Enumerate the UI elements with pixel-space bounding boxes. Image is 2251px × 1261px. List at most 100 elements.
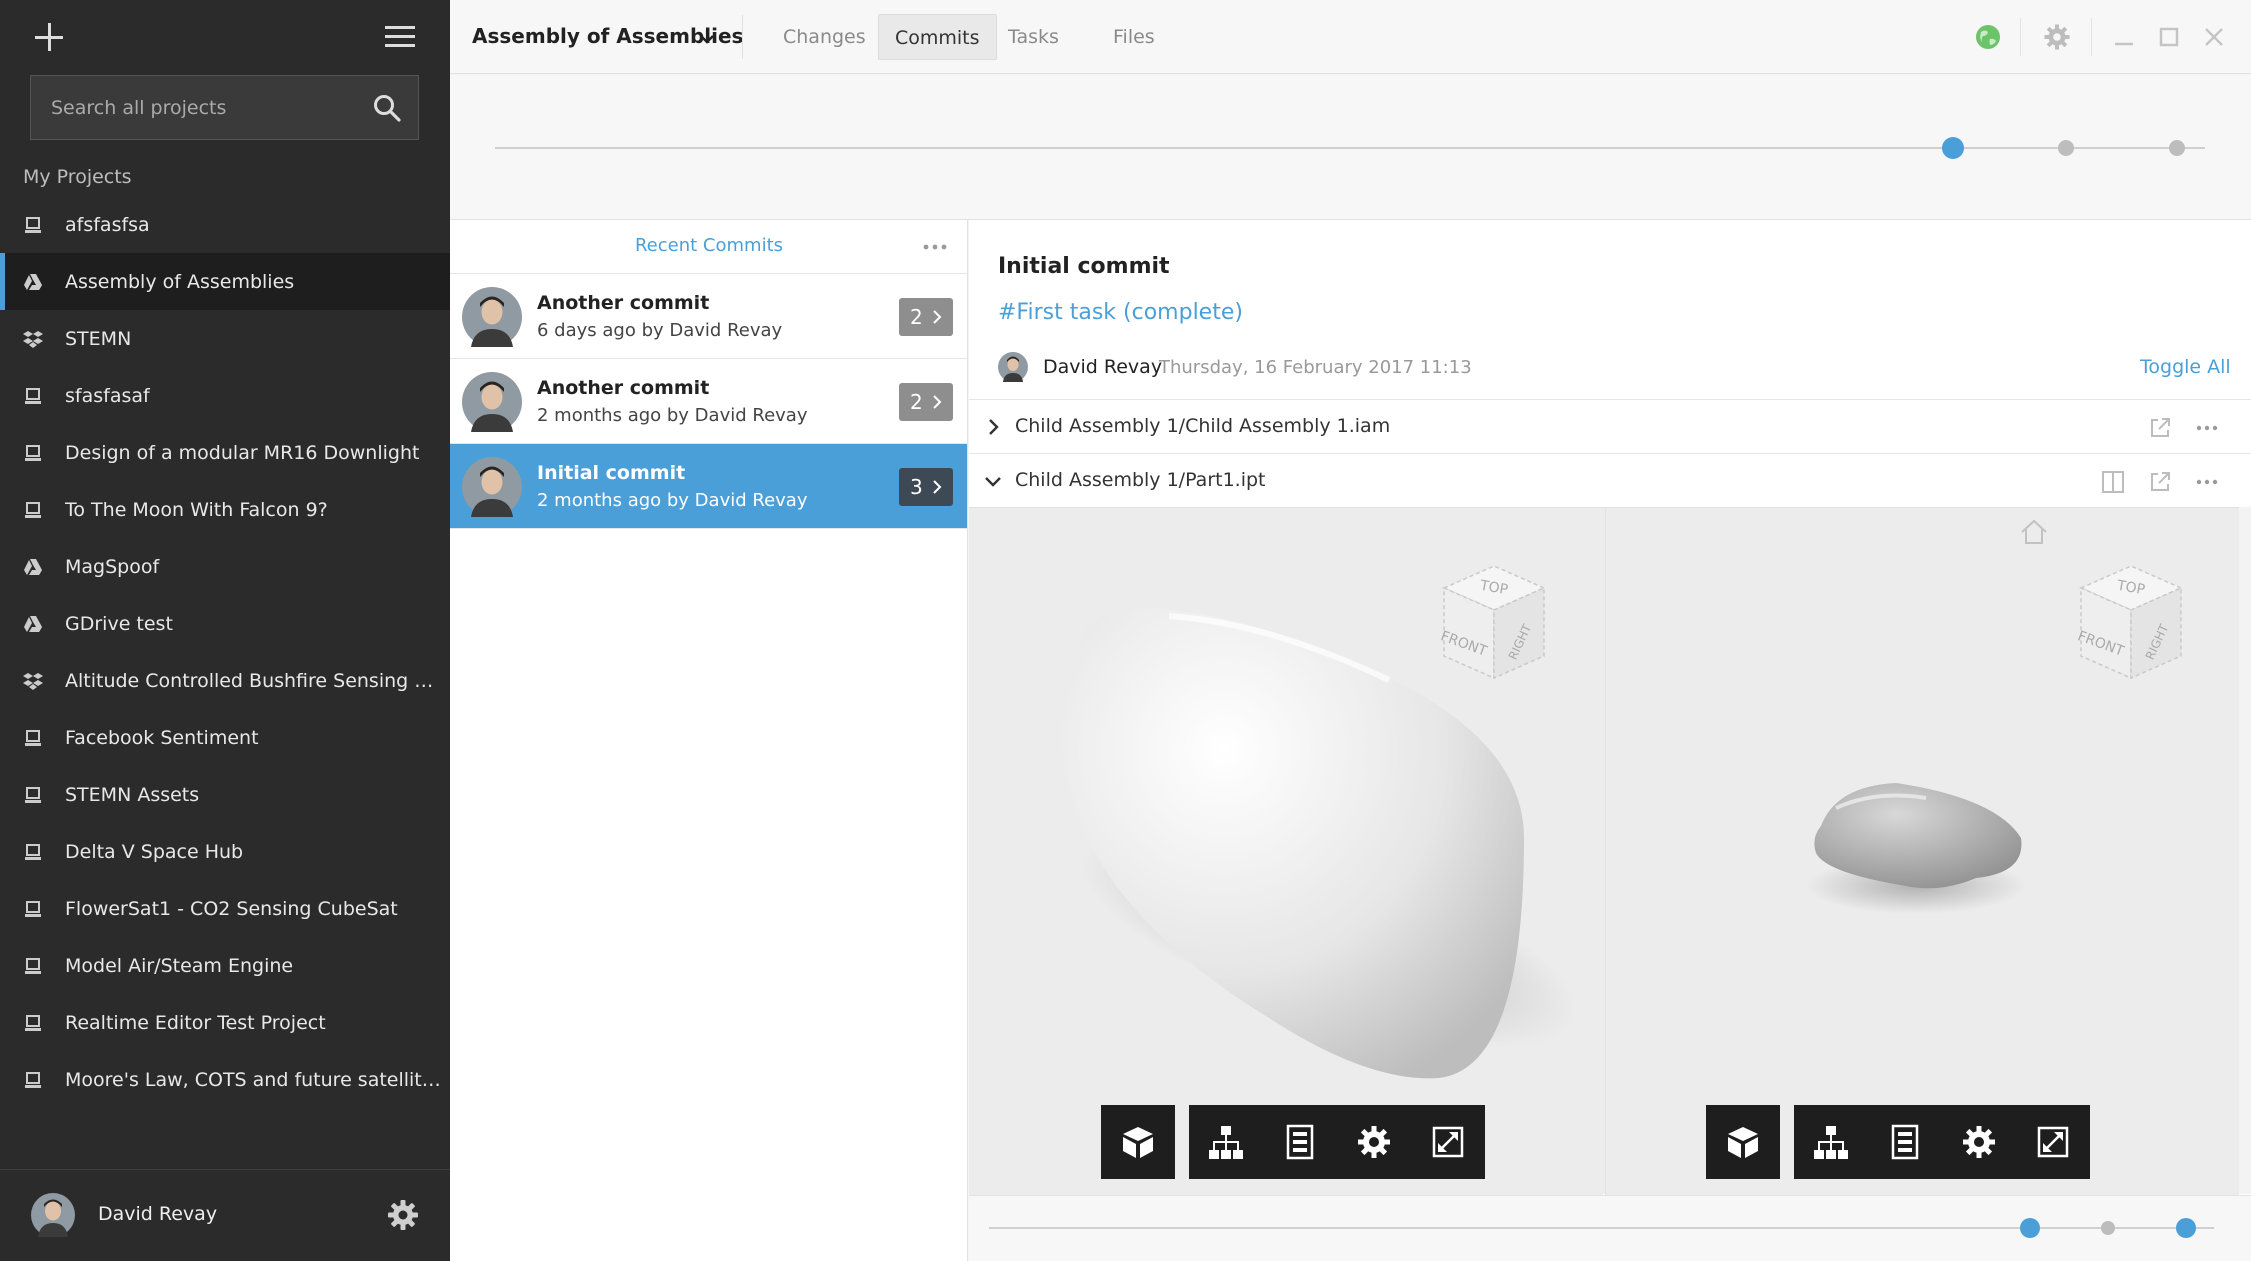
settings-gear-icon[interactable] — [2043, 23, 2071, 51]
project-name: Facebook Sentiment — [65, 726, 259, 749]
compare-slider-track[interactable] — [969, 1196, 2251, 1261]
sidebar-project-item[interactable]: Delta V Space Hub — [0, 823, 450, 880]
sidebar-project-item[interactable]: FlowerSat1 - CO2 Sensing CubeSat — [0, 880, 450, 937]
commit-timeline — [450, 75, 2251, 220]
project-name: MagSpoof — [65, 555, 160, 578]
close-icon[interactable] — [2203, 26, 2225, 48]
model-tree-button[interactable] — [1794, 1105, 1868, 1179]
chevron-down-icon[interactable] — [698, 30, 716, 48]
model-tree-button[interactable] — [1189, 1105, 1263, 1179]
sidebar-project-item[interactable]: MagSpoof — [0, 538, 450, 595]
commit-item-title: Another commit — [537, 292, 710, 314]
search-icon[interactable] — [373, 94, 401, 122]
minimize-icon[interactable] — [2113, 26, 2135, 48]
open-external-icon[interactable] — [2148, 416, 2172, 440]
avatar[interactable] — [462, 457, 522, 517]
settings-gear-icon[interactable] — [386, 1198, 420, 1232]
viewcube-icon[interactable]: TOP FRONT RIGHT — [2061, 558, 2191, 688]
laptop-icon — [23, 386, 43, 406]
project-name: Delta V Space Hub — [65, 840, 244, 863]
slider-point — [2101, 1221, 2115, 1235]
model-viewer-previous[interactable]: TOP FRONT RIGHT — [969, 508, 1603, 1195]
avatar[interactable] — [462, 372, 522, 432]
file-row[interactable]: Child Assembly 1/Part1.ipt — [969, 453, 2251, 507]
change-count: 2 — [910, 305, 923, 329]
model-viewer-current[interactable]: TOP FRONT RIGHT — [1605, 508, 2239, 1195]
commit-item[interactable]: Another commit 6 days ago by David Revay 2 — [450, 274, 967, 359]
orbit-cube-button[interactable] — [1706, 1105, 1780, 1179]
sidebar-project-item[interactable]: To The Moon With Falcon 9? — [0, 481, 450, 538]
chevron-right-icon[interactable] — [983, 417, 1003, 437]
change-count-badge[interactable]: 2 — [899, 298, 953, 336]
sidebar-project-item[interactable]: Assembly of Assemblies — [0, 253, 450, 310]
slider-handle — [2020, 1218, 2040, 1238]
fullscreen-button[interactable] — [2016, 1105, 2090, 1179]
viewer-settings-button[interactable] — [1337, 1105, 1411, 1179]
compare-slider[interactable] — [969, 1195, 2251, 1261]
sidebar-project-item[interactable]: Model Air/Steam Engine — [0, 937, 450, 994]
project-name: Design of a modular MR16 Downlight — [65, 441, 420, 464]
viewer-toolbar-primary — [1101, 1105, 1175, 1179]
sidebar-project-item[interactable]: Altitude Controlled Bushfire Sensing Bal… — [0, 652, 450, 709]
my-projects-label: My Projects — [23, 166, 132, 188]
sidebar-project-item[interactable]: STEMN Assets — [0, 766, 450, 823]
change-count-badge[interactable]: 2 — [899, 383, 953, 421]
hierarchy-icon — [1814, 1126, 1848, 1159]
avatar[interactable] — [462, 287, 522, 347]
project-name: Altitude Controlled Bushfire Sensing Bal… — [65, 669, 445, 692]
sidebar-project-item[interactable]: STEMN — [0, 310, 450, 367]
avatar[interactable] — [31, 1193, 75, 1237]
tab-changes[interactable]: Changes — [767, 14, 882, 60]
chevron-down-icon[interactable] — [983, 471, 1003, 491]
sidebar-project-item[interactable]: sfasfasaf — [0, 367, 450, 424]
viewer-settings-button[interactable] — [1942, 1105, 2016, 1179]
divider — [742, 15, 743, 59]
laptop-icon — [23, 956, 43, 976]
project-name: GDrive test — [65, 612, 173, 635]
toggle-all-link[interactable]: Toggle All — [2140, 356, 2231, 378]
commit-item[interactable]: Another commit 2 months ago by David Reva… — [450, 359, 967, 444]
sidebar-project-item[interactable]: Facebook Sentiment — [0, 709, 450, 766]
properties-button[interactable] — [1263, 1105, 1337, 1179]
project-name: To The Moon With Falcon 9? — [65, 498, 328, 521]
commit-items: Another commit 6 days ago by David Revay 2… — [450, 274, 967, 529]
sidebar-project-item[interactable]: GDrive test — [0, 595, 450, 652]
tab-tasks[interactable]: Tasks — [992, 14, 1075, 60]
split-view-icon[interactable] — [2101, 470, 2125, 494]
fullscreen-icon — [1432, 1126, 1464, 1158]
home-icon[interactable] — [2017, 515, 2051, 549]
commit-item[interactable]: Initial commit 2 months ago by David Reva… — [450, 444, 967, 529]
commit-list-panel: Recent Commits Another commit 6 days ago … — [450, 220, 968, 1261]
file-row[interactable]: Child Assembly 1/Child Assembly 1.iam — [969, 399, 2251, 453]
orbit-cube-button[interactable] — [1101, 1105, 1175, 1179]
avatar[interactable] — [998, 352, 1028, 382]
fullscreen-button[interactable] — [1411, 1105, 1485, 1179]
project-name: STEMN — [65, 327, 132, 350]
more-options-icon[interactable] — [2195, 416, 2219, 440]
tab-commits[interactable]: Commits — [878, 14, 997, 60]
file-name[interactable]: Child Assembly 1/Part1.ipt — [1015, 469, 1266, 491]
search-input[interactable] — [51, 76, 371, 139]
viewcube-icon[interactable]: TOP FRONT RIGHT — [1424, 558, 1554, 688]
sidebar-project-item[interactable]: Moore's Law, COTS and future satellite i… — [0, 1051, 450, 1108]
change-count-badge[interactable]: 3 — [899, 468, 953, 506]
chevron-right-icon — [933, 395, 942, 409]
more-options-icon[interactable] — [923, 244, 947, 250]
task-link[interactable]: #First task (complete) — [998, 300, 1243, 325]
sidebar-project-item[interactable]: Realtime Editor Test Project — [0, 994, 450, 1051]
project-name: Realtime Editor Test Project — [65, 1011, 326, 1034]
sidebar-project-item[interactable]: Design of a modular MR16 Downlight — [0, 424, 450, 481]
scrollbar[interactable] — [2239, 507, 2251, 1194]
file-name[interactable]: Child Assembly 1/Child Assembly 1.iam — [1015, 415, 1390, 437]
add-project-icon[interactable] — [33, 21, 65, 53]
google-drive-icon — [23, 272, 43, 292]
tab-files[interactable]: Files — [1097, 14, 1171, 60]
properties-button[interactable] — [1868, 1105, 1942, 1179]
globe-status-icon[interactable] — [1975, 24, 2001, 50]
more-options-icon[interactable] — [2195, 470, 2219, 494]
menu-icon[interactable] — [385, 26, 415, 48]
sidebar-project-item[interactable]: afsfasfsa — [0, 196, 450, 253]
maximize-icon[interactable] — [2158, 26, 2180, 48]
laptop-icon — [23, 785, 43, 805]
open-external-icon[interactable] — [2148, 470, 2172, 494]
